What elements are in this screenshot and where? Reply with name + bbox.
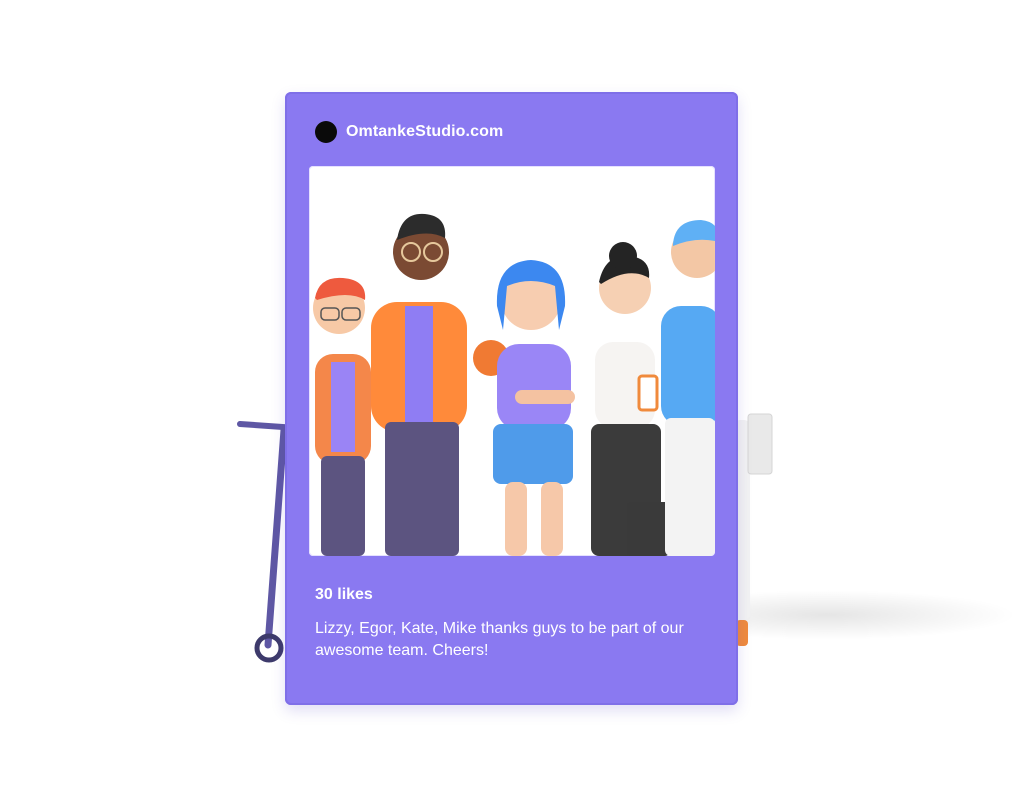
person-kate xyxy=(493,260,575,556)
likes-count[interactable]: 30 likes xyxy=(315,586,715,604)
team-photo xyxy=(309,166,715,556)
person-lizzy xyxy=(313,277,371,556)
photo-post-frame: OmtankeStudio.com 30 likes Lizzy, Egor, … xyxy=(285,92,738,705)
caption-text: Lizzy, Egor, Kate, Mike thanks guys to b… xyxy=(315,620,684,659)
scene: OmtankeStudio.com 30 likes Lizzy, Egor, … xyxy=(0,0,1018,800)
person-mike xyxy=(661,220,715,556)
person-lady xyxy=(591,242,669,556)
post-caption: 30 likes Lizzy, Egor, Kate, Mike thanks … xyxy=(315,586,715,662)
account-name[interactable]: OmtankeStudio.com xyxy=(346,123,503,141)
black-circle-logo-icon xyxy=(315,121,337,143)
post-header: OmtankeStudio.com xyxy=(315,120,503,144)
person-egor xyxy=(371,213,509,556)
team-illustration xyxy=(313,213,715,556)
